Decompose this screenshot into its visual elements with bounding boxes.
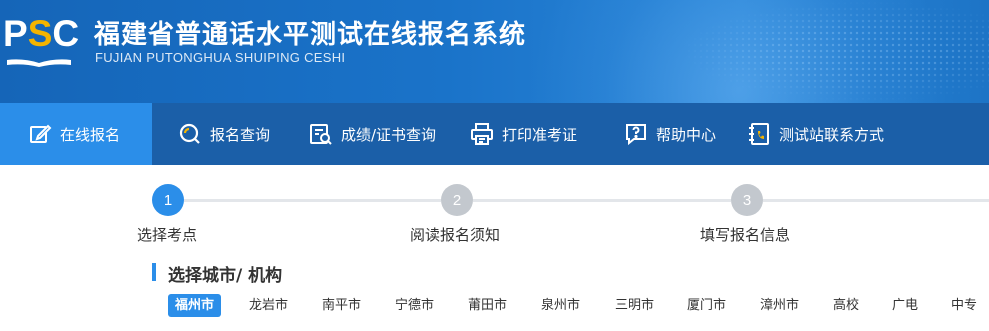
edit-icon bbox=[28, 122, 52, 146]
nav-item-online-signup[interactable]: 在线报名 bbox=[0, 103, 152, 165]
system-title: 福建省普通话水平测试在线报名系统 bbox=[94, 20, 527, 50]
logo-letter-c: C bbox=[52, 13, 80, 54]
city-option-longyan[interactable]: 龙岩市 bbox=[249, 294, 288, 317]
city-option-ningde[interactable]: 宁德市 bbox=[395, 294, 434, 317]
section-title: 选择城市/ 机构 bbox=[168, 266, 283, 286]
city-option-nanping[interactable]: 南平市 bbox=[322, 294, 361, 317]
banner-world-map-pattern bbox=[680, 0, 989, 103]
header-banner: PSC 福建省普通话水平测试在线报名系统 FUJIAN PUTONGHUA SH… bbox=[0, 0, 989, 103]
step-connector bbox=[763, 199, 989, 202]
step-1-label: 选择考点 bbox=[137, 226, 198, 244]
nav-item-help-center[interactable]: 帮助中心 bbox=[614, 103, 739, 165]
city-option-zhangzhou[interactable]: 漳州市 bbox=[760, 294, 799, 317]
nav-item-label: 帮助中心 bbox=[656, 125, 717, 144]
city-option-broadcasting[interactable]: 广电 bbox=[892, 294, 918, 317]
certificate-search-icon bbox=[309, 122, 333, 146]
main-nav: 在线报名 报名查询 成绩/证书查询 打印准考证 帮助中心 测试站联系方式 bbox=[0, 103, 989, 165]
help-chat-icon bbox=[624, 122, 648, 146]
nav-item-label: 测试站联系方式 bbox=[779, 125, 885, 144]
system-subtitle: FUJIAN PUTONGHUA SHUIPING CESHI bbox=[95, 50, 346, 65]
city-option-xiamen[interactable]: 厦门市 bbox=[687, 294, 726, 317]
nav-item-station-contact[interactable]: 测试站联系方式 bbox=[739, 103, 989, 165]
section-accent-bar bbox=[152, 263, 156, 281]
nav-item-score-query[interactable]: 成绩/证书查询 bbox=[293, 103, 454, 165]
nav-item-print-admission[interactable]: 打印准考证 bbox=[454, 103, 614, 165]
city-option-putian[interactable]: 莆田市 bbox=[468, 294, 507, 317]
step-connector bbox=[473, 199, 731, 202]
city-option-colleges[interactable]: 高校 bbox=[833, 294, 859, 317]
city-option-sanming[interactable]: 三明市 bbox=[615, 294, 654, 317]
open-book-icon bbox=[7, 59, 71, 67]
contact-book-icon bbox=[747, 122, 771, 146]
logo-letter-p: P bbox=[3, 13, 28, 54]
city-option-fuzhou[interactable]: 福州市 bbox=[168, 294, 222, 317]
city-option-quanzhou[interactable]: 泉州市 bbox=[541, 294, 580, 317]
signup-steps: 1 2 3 选择考点 阅读报名须知 填写报名信息 bbox=[0, 165, 989, 255]
step-2-label: 阅读报名须知 bbox=[410, 226, 501, 244]
step-3-label: 填写报名信息 bbox=[700, 226, 791, 244]
nav-item-label: 报名查询 bbox=[210, 125, 271, 144]
step-2-circle: 2 bbox=[441, 184, 473, 216]
step-3-circle: 3 bbox=[731, 184, 763, 216]
step-1-circle: 1 bbox=[152, 184, 184, 216]
nav-item-label: 打印准考证 bbox=[502, 125, 578, 144]
nav-item-label: 成绩/证书查询 bbox=[341, 125, 437, 144]
logo-letter-s: S bbox=[27, 13, 53, 54]
psc-logo[interactable]: PSC bbox=[3, 12, 80, 68]
printer-icon bbox=[470, 122, 494, 146]
city-option-vocational[interactable]: 中专 bbox=[951, 294, 977, 317]
nav-item-signup-query[interactable]: 报名查询 bbox=[152, 103, 293, 165]
step-connector bbox=[184, 199, 441, 202]
search-icon bbox=[178, 122, 202, 146]
nav-item-label: 在线报名 bbox=[60, 125, 121, 144]
